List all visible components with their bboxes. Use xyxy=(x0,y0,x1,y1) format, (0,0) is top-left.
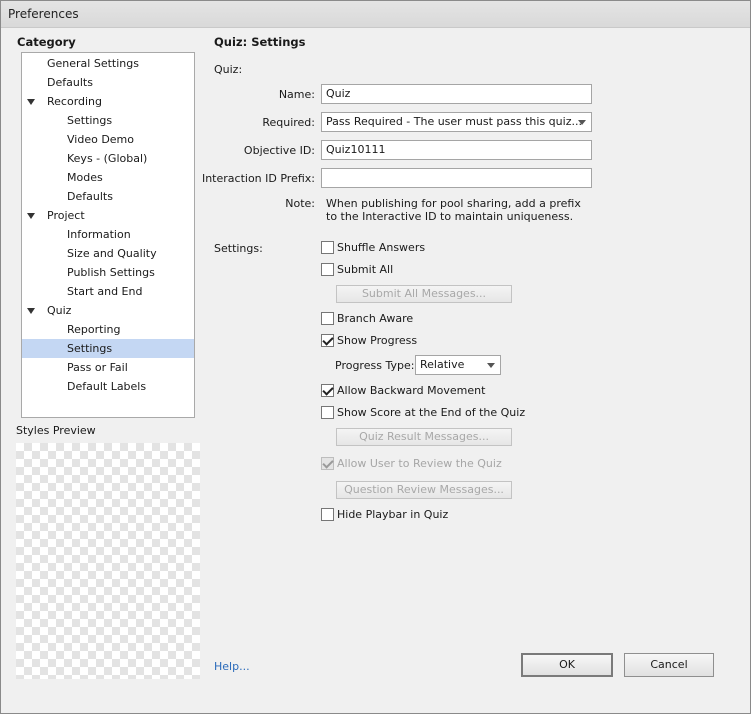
expand-triangle-icon[interactable] xyxy=(27,213,35,219)
progress-type-dropdown[interactable]: Relative xyxy=(415,355,501,375)
ok-button[interactable]: OK xyxy=(521,653,613,677)
show-score-checkbox[interactable] xyxy=(321,406,334,419)
window-title: Preferences xyxy=(8,7,79,21)
tree-item-label: Defaults xyxy=(47,76,93,89)
tree-item-label: Quiz xyxy=(47,304,72,317)
show-progress-checkbox[interactable] xyxy=(321,334,334,347)
category-tree[interactable]: General Settings Defaults Recording Setting… xyxy=(21,52,195,418)
submit-all-messages-button[interactable]: Submit All Messages... xyxy=(336,285,512,303)
progress-type-value: Relative xyxy=(420,358,465,371)
tree-item[interactable]: Keys - (Global) xyxy=(22,149,194,168)
expand-triangle-icon[interactable] xyxy=(27,99,35,105)
objective-id-label: Objective ID: xyxy=(243,144,315,157)
tree-item-label: Information xyxy=(67,228,131,241)
shuffle-answers-label: Shuffle Answers xyxy=(337,241,426,254)
note-line-2: to the Interactive ID to maintain unique… xyxy=(326,210,574,223)
branch-aware-label: Branch Aware xyxy=(337,312,414,325)
tree-item-label: Publish Settings xyxy=(67,266,155,279)
tree-item[interactable]: Settings xyxy=(22,111,194,130)
tree-item[interactable]: Default Labels xyxy=(22,377,194,396)
chevron-down-icon xyxy=(578,120,586,125)
note-label: Note: xyxy=(285,197,315,210)
show-score-label: Show Score at the End of the Quiz xyxy=(337,406,526,419)
name-field[interactable]: Quiz xyxy=(321,84,592,104)
chevron-down-icon xyxy=(487,363,495,368)
allow-backward-movement-checkbox[interactable] xyxy=(321,384,334,397)
tree-item-label: Modes xyxy=(67,171,103,184)
tree-item[interactable]: Publish Settings xyxy=(22,263,194,282)
panel-heading: Quiz: Settings xyxy=(214,35,306,49)
tree-item[interactable]: Project xyxy=(22,206,194,225)
tree-item-label: Reporting xyxy=(67,323,121,336)
shuffle-answers-checkbox[interactable] xyxy=(321,241,334,254)
tree-item-label: Recording xyxy=(47,95,103,108)
interaction-id-prefix-field[interactable] xyxy=(321,168,592,188)
tree-item-label: Settings xyxy=(67,342,113,355)
tree-item[interactable]: Defaults xyxy=(22,73,194,92)
allow-review-label: Allow User to Review the Quiz xyxy=(337,457,502,470)
tree-item[interactable]: Size and Quality xyxy=(22,244,194,263)
tree-item-label: Settings xyxy=(67,114,113,127)
tree-item[interactable]: Recording xyxy=(22,92,194,111)
settings-section-label: Settings: xyxy=(214,242,263,255)
note-line-1: When publishing for pool sharing, add a … xyxy=(326,197,581,210)
submit-all-checkbox[interactable] xyxy=(321,263,334,276)
required-dropdown[interactable]: Pass Required - The user must pass this … xyxy=(321,112,592,132)
tree-item-label: Size and Quality xyxy=(67,247,157,260)
progress-type-label: Progress Type: xyxy=(335,359,415,372)
category-heading: Category xyxy=(17,35,76,49)
interaction-id-prefix-label: Interaction ID Prefix: xyxy=(201,172,315,185)
allow-review-checkbox[interactable] xyxy=(321,457,334,470)
hide-playbar-checkbox[interactable] xyxy=(321,508,334,521)
tree-item[interactable]: Settings xyxy=(22,339,194,358)
tree-item-label: General Settings xyxy=(47,57,139,70)
tree-item-label: Default Labels xyxy=(67,380,147,393)
title-bar: Preferences xyxy=(1,1,750,28)
quiz-section-label: Quiz: xyxy=(214,63,243,76)
show-progress-label: Show Progress xyxy=(337,334,418,347)
submit-all-label: Submit All xyxy=(337,263,394,276)
cancel-button[interactable]: Cancel xyxy=(624,653,714,677)
tree-item-label: Start and End xyxy=(67,285,143,298)
tree-item-label: Video Demo xyxy=(67,133,134,146)
tree-item[interactable]: General Settings xyxy=(22,54,194,73)
question-review-messages-button[interactable]: Question Review Messages... xyxy=(336,481,512,499)
styles-preview-label: Styles Preview xyxy=(16,424,96,437)
tree-item[interactable]: Defaults xyxy=(22,187,194,206)
tree-item-label: Defaults xyxy=(67,190,113,203)
quiz-result-messages-button[interactable]: Quiz Result Messages... xyxy=(336,428,512,446)
tree-item[interactable]: Pass or Fail xyxy=(22,358,194,377)
branch-aware-checkbox[interactable] xyxy=(321,312,334,325)
tree-item-label: Pass or Fail xyxy=(67,361,128,374)
tree-item[interactable]: Reporting xyxy=(22,320,194,339)
preferences-window: Preferences Category General Settings Def… xyxy=(0,0,751,714)
expand-triangle-icon[interactable] xyxy=(27,308,35,314)
tree-item-label: Keys - (Global) xyxy=(67,152,148,165)
help-link[interactable]: Help... xyxy=(214,660,250,673)
allow-backward-movement-label: Allow Backward Movement xyxy=(337,384,486,397)
objective-id-field[interactable]: Quiz10111 xyxy=(321,140,592,160)
tree-item-label: Project xyxy=(47,209,85,222)
tree-item[interactable]: Quiz xyxy=(22,301,194,320)
required-label: Required: xyxy=(262,116,315,129)
name-label: Name: xyxy=(278,88,315,101)
hide-playbar-label: Hide Playbar in Quiz xyxy=(337,508,449,521)
tree-item[interactable]: Start and End xyxy=(22,282,194,301)
required-value: Pass Required - The user must pass this … xyxy=(326,115,582,128)
styles-preview xyxy=(16,443,200,679)
tree-item[interactable]: Modes xyxy=(22,168,194,187)
tree-item[interactable]: Information xyxy=(22,225,194,244)
tree-item[interactable]: Video Demo xyxy=(22,130,194,149)
